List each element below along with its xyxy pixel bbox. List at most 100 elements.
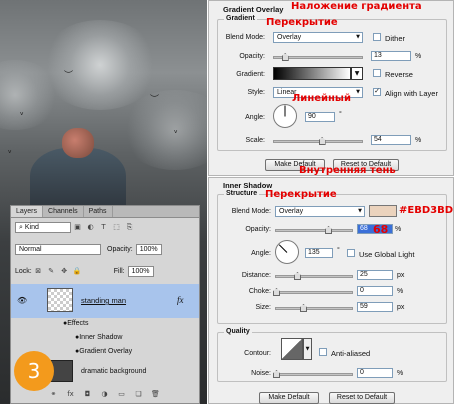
fx-icon[interactable]: fx (177, 295, 184, 305)
annotation-color-hex: #EBD3BD (399, 205, 454, 216)
noise-label: Noise: (251, 370, 271, 377)
bird-icon: ᵛ (174, 129, 178, 139)
blend-mode-select[interactable]: Overlay (273, 32, 363, 43)
reset-default-button[interactable]: Reset to Default (329, 392, 395, 404)
layers-tabs: Layers Channels Paths (11, 206, 199, 218)
global-light-label: Use Global Light (359, 250, 415, 259)
degree-unit: ° (339, 111, 342, 118)
reverse-checkbox[interactable] (373, 69, 381, 77)
angle-needle (278, 244, 288, 253)
choke-input[interactable]: 0 (357, 286, 393, 296)
bird-icon: ᵛ (20, 111, 24, 121)
effects-label: Effects (67, 320, 89, 327)
effect-inner-shadow[interactable]: Inner Shadow (79, 334, 122, 341)
layer-name: standing man (81, 296, 127, 305)
scale-input[interactable]: 54 (371, 135, 411, 145)
blend-row: Normal Opacity: 100% (11, 244, 199, 255)
folder-icon[interactable]: ▭ (117, 390, 126, 399)
fill-label: Fill: (113, 268, 125, 275)
tab-paths[interactable]: Paths (84, 206, 113, 217)
align-label: Align with Layer (385, 89, 438, 98)
blend-mode-select[interactable]: Normal (15, 244, 101, 255)
filter-row: ⌕ Kind ▣ ◐ T ⬚ ⎘ (11, 222, 199, 233)
link-icon[interactable]: ⚭ (49, 390, 58, 399)
blend-mode-label: Blend Mode: (225, 34, 265, 41)
percent-unit: % (397, 370, 404, 377)
blend-mode-select[interactable]: Overlay (275, 206, 365, 217)
adjustment-icon[interactable]: ◑ (100, 390, 109, 399)
effect-gradient-overlay[interactable]: Gradient Overlay (79, 348, 132, 355)
reverse-label: Reverse (385, 70, 413, 79)
annotation-gradient-overlay: Наложение градиента (291, 1, 422, 12)
distance-slider[interactable] (275, 272, 353, 280)
angle-label: Angle: (245, 114, 265, 121)
choke-slider[interactable] (273, 288, 353, 296)
size-slider[interactable] (275, 304, 353, 312)
distance-input[interactable]: 25 (357, 270, 393, 280)
noise-input[interactable]: 0 (357, 368, 393, 378)
man-head (62, 128, 94, 158)
eye-icon[interactable]: 👁 (17, 296, 27, 305)
angle-dial[interactable] (275, 240, 299, 264)
opacity-input[interactable]: 13 (371, 51, 411, 61)
layer-name: dramatic background (81, 368, 147, 375)
angle-needle (284, 105, 286, 117)
annotation-linear: Линейный (292, 93, 351, 104)
new-layer-icon[interactable]: ❏ (134, 390, 143, 399)
brush-icon[interactable]: ✎ (47, 267, 56, 276)
smart-filter-icon[interactable]: ⎘ (125, 223, 134, 232)
scale-slider[interactable] (273, 137, 363, 145)
annotation-opacity: 68 (373, 223, 389, 236)
tab-layers[interactable]: Layers (11, 206, 44, 217)
scale-label: Scale: (245, 137, 265, 144)
lock-icon[interactable]: 🔒 (73, 267, 82, 276)
kind-label: Kind (24, 224, 39, 231)
lock-label: Lock: (15, 268, 32, 275)
type-filter-icon[interactable]: T (99, 223, 108, 232)
blend-mode-label: Blend Mode: (231, 208, 271, 215)
align-checkbox[interactable]: ✓ (373, 88, 381, 96)
angle-input[interactable]: 90 (305, 112, 335, 122)
layer-standing-man[interactable]: 👁 standing man fx (11, 284, 199, 318)
shadow-color-swatch[interactable] (369, 205, 397, 217)
make-default-button[interactable]: Make Default (259, 392, 319, 404)
move-icon[interactable]: ✥ (60, 267, 69, 276)
angle-input[interactable]: 135 (305, 248, 333, 258)
trash-icon[interactable]: 🗑 (151, 390, 160, 399)
angle-dial[interactable] (273, 104, 297, 128)
adjustment-filter-icon[interactable]: ◐ (86, 223, 95, 232)
tab-channels[interactable]: Channels (43, 206, 84, 217)
contour-label: Contour: (244, 350, 271, 357)
opacity-label: Opacity: (107, 246, 133, 253)
pixel-filter-icon[interactable]: ▣ (73, 223, 82, 232)
contour-preview[interactable] (281, 338, 303, 360)
opacity-label: Opacity: (245, 226, 271, 233)
fx-icon[interactable]: fx (66, 390, 75, 399)
structure-group-title: Structure (224, 190, 260, 197)
shape-filter-icon[interactable]: ⬚ (112, 223, 121, 232)
opacity-slider[interactable] (275, 226, 353, 234)
chevron-down-icon[interactable]: ▼ (303, 338, 312, 360)
annotation-overlay: Перекрытие (266, 17, 338, 28)
effect-row: ● Inner Shadow (11, 334, 199, 341)
anti-aliased-checkbox[interactable] (319, 348, 327, 356)
opacity-slider[interactable] (273, 53, 363, 61)
quality-group-title: Quality (224, 328, 252, 335)
percent-unit: % (415, 137, 422, 144)
bird-icon: ᵛ (8, 149, 12, 159)
bird-icon: ︶ (150, 95, 160, 105)
px-unit: px (397, 304, 405, 311)
gradient-preview[interactable] (273, 67, 351, 80)
noise-slider[interactable] (273, 370, 353, 378)
chevron-down-icon[interactable]: ▼ (351, 67, 363, 80)
fill-input[interactable]: 100% (127, 266, 154, 277)
annotation-overlay: Перекрытие (265, 189, 337, 200)
dither-checkbox[interactable] (373, 33, 381, 41)
size-input[interactable]: 59 (357, 302, 393, 312)
mask-icon[interactable]: ◘ (83, 390, 92, 399)
layer-opacity-input[interactable]: 100% (135, 244, 162, 255)
lock-pixels-icon[interactable]: ⊠ (34, 267, 43, 276)
global-light-checkbox[interactable] (347, 249, 355, 257)
kind-filter[interactable]: ⌕ Kind (15, 222, 71, 233)
step-badge: 3 (14, 351, 54, 391)
